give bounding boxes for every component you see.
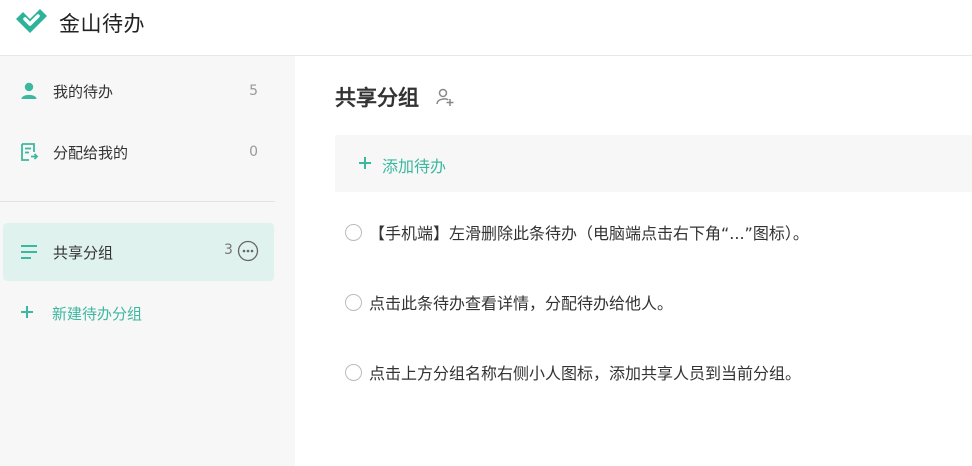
app-header: 金山待办: [0, 0, 972, 56]
sidebar-group-count: 3: [224, 242, 233, 258]
plus-icon: [359, 157, 371, 169]
person-icon: [21, 82, 37, 99]
list-icon: [21, 245, 37, 259]
todo-item[interactable]: 点击上方分组名称右侧小人图标，添加共享人员到当前分组。: [345, 360, 801, 384]
todo-text: 点击上方分组名称右侧小人图标，添加共享人员到当前分组。: [369, 364, 802, 383]
app-logo-icon: [16, 9, 47, 33]
todo-checkbox[interactable]: [345, 293, 362, 311]
sidebar-item-shared-group[interactable]: 共享分组 3: [3, 223, 274, 281]
todo-text: 点击此条待办查看详情，分配待办给他人。: [369, 294, 674, 313]
main-panel: 共享分组 添加待办 【手机端】左滑删除此条待办（电脑端点击右下角“...”图标）…: [295, 56, 972, 466]
todo-checkbox[interactable]: [345, 363, 362, 381]
group-title[interactable]: 共享分组: [335, 82, 419, 112]
todo-item[interactable]: 点击此条待办查看详情，分配待办给他人。: [345, 290, 673, 314]
more-options-icon[interactable]: [237, 240, 259, 262]
sidebar-group-label: 共享分组: [53, 244, 114, 262]
sidebar-divider: [0, 201, 275, 202]
app-title: 金山待办: [59, 12, 145, 36]
todo-checkbox[interactable]: [345, 223, 362, 241]
sidebar: 我的待办 5 分配给我的 0 共享分组 3 新建待办分组: [0, 56, 295, 466]
add-todo-button[interactable]: 添加待办: [335, 135, 972, 192]
sidebar-item-count: 5: [249, 83, 258, 99]
add-member-icon[interactable]: [435, 87, 455, 107]
new-group-button[interactable]: 新建待办分组: [0, 284, 295, 342]
sidebar-item-assigned-to-me[interactable]: 分配给我的 0: [0, 123, 295, 181]
new-group-label: 新建待办分组: [52, 305, 143, 323]
assigned-icon: [21, 143, 39, 161]
add-todo-label: 添加待办: [382, 157, 447, 176]
sidebar-item-label: 我的待办: [53, 82, 114, 101]
sidebar-item-count: 0: [249, 144, 258, 160]
plus-icon: [21, 306, 33, 318]
todo-item[interactable]: 【手机端】左滑删除此条待办（电脑端点击右下角“...”图标）。: [345, 220, 809, 244]
sidebar-item-label: 分配给我的: [53, 143, 129, 162]
todo-text: 【手机端】左滑删除此条待办（电脑端点击右下角“...”图标）。: [369, 224, 809, 243]
sidebar-item-my-todos[interactable]: 我的待办 5: [0, 62, 295, 120]
